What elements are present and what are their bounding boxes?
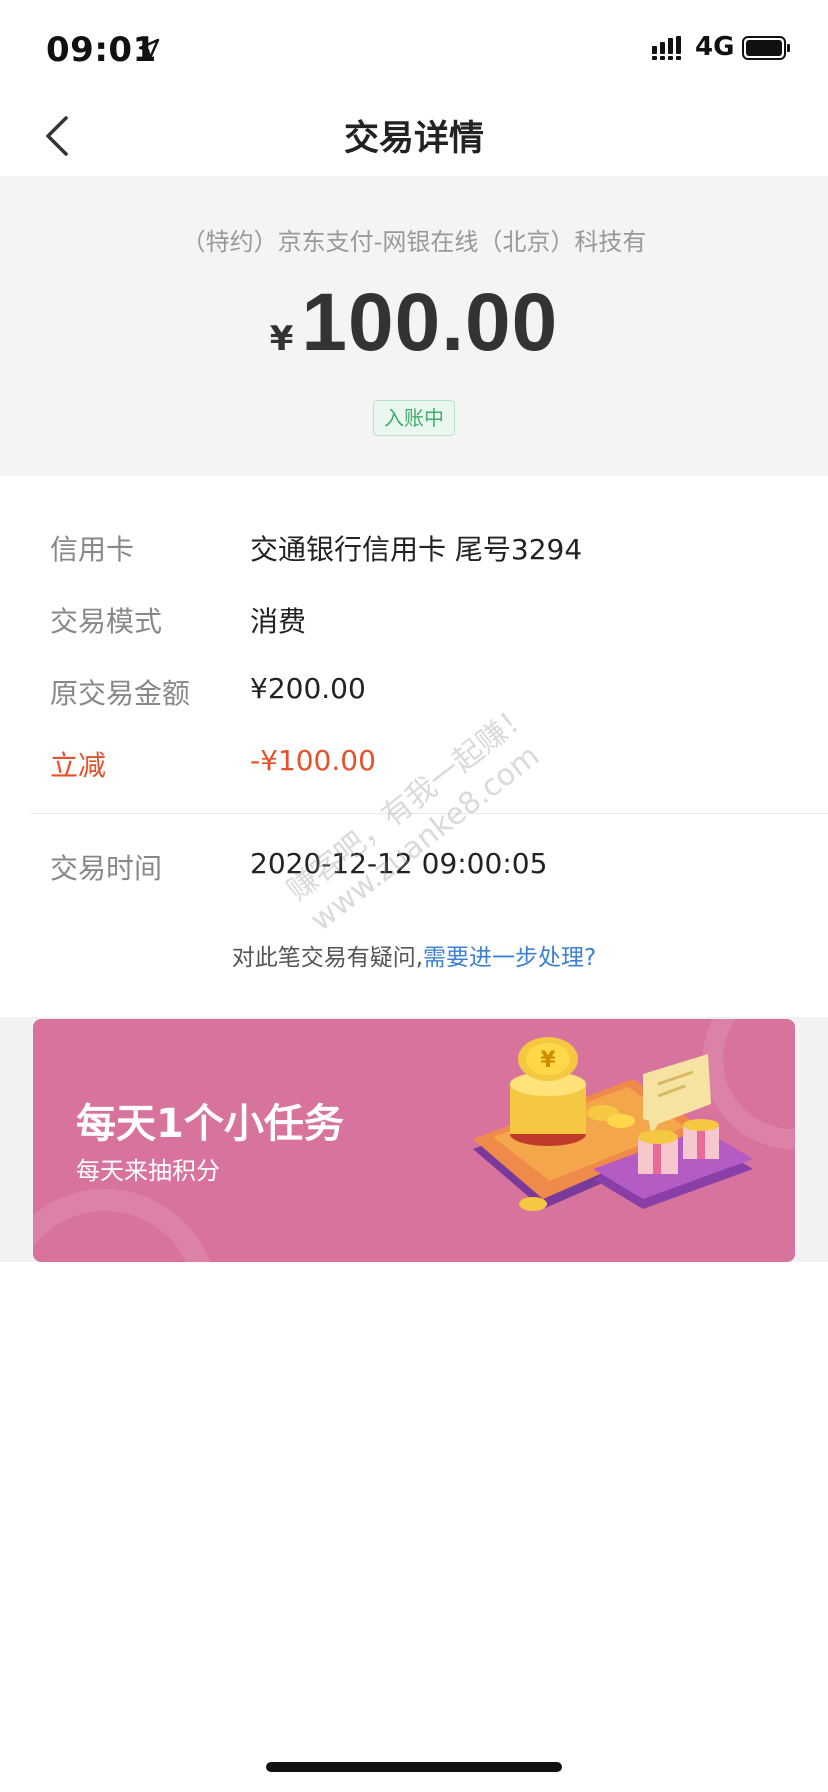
- query-text: 对此笔交易有疑问,需要进一步处理?: [0, 938, 828, 972]
- banner-area: 每天1个小任务 每天来抽积分 ¥: [0, 1017, 828, 1262]
- detail-value: ¥200.00: [250, 672, 366, 705]
- detail-label: 交易模式: [50, 605, 163, 638]
- status-badge: 入账中: [373, 400, 455, 436]
- detail-label: 原交易金额: [50, 677, 191, 710]
- svg-text:¥: ¥: [540, 1048, 556, 1073]
- currency-symbol: ¥: [269, 319, 294, 359]
- home-indicator[interactable]: [266, 1762, 562, 1772]
- detail-label: 立减: [50, 749, 107, 782]
- status-bar: 09:01 4G: [0, 0, 828, 96]
- banner-subtitle: 每天来抽积分: [76, 1157, 220, 1185]
- detail-row-card: 信用卡 交通银行信用卡 尾号3294: [0, 528, 828, 578]
- amount-value: 100.00: [301, 277, 559, 368]
- detail-value: 交通银行信用卡 尾号3294: [250, 533, 583, 566]
- decor-circle: [33, 1189, 217, 1262]
- daily-task-banner[interactable]: 每天1个小任务 每天来抽积分 ¥: [33, 1019, 795, 1262]
- banner-title: 每天1个小任务: [76, 1101, 344, 1147]
- detail-value: -¥100.00: [250, 744, 376, 777]
- coin-phone-illustration: ¥: [473, 1037, 753, 1211]
- location-arrow-icon: [138, 38, 160, 60]
- transaction-summary: （特约）京东支付-网银在线（北京）科技有 ¥100.00 入账中: [0, 176, 828, 476]
- network-label: 4G: [695, 32, 735, 62]
- merchant-name: （特约）京东支付-网银在线（北京）科技有: [181, 228, 647, 256]
- query-prompt: 对此笔交易有疑问,: [231, 945, 424, 971]
- nav-bar: 交易详情: [0, 96, 828, 176]
- detail-value: 消费: [250, 605, 307, 638]
- signal-icon: [652, 36, 681, 60]
- page-title: 交易详情: [343, 119, 484, 159]
- further-action-link[interactable]: 需要进一步处理?: [423, 945, 596, 971]
- detail-label: 交易时间: [50, 852, 163, 885]
- detail-row-mode: 交易模式 消费: [0, 600, 828, 650]
- watermark: 赚客吧，有我一起赚！ www.zuanke8.com: [280, 695, 563, 940]
- battery-icon: [742, 36, 790, 60]
- detail-row-original-amount: 原交易金额 ¥200.00: [0, 672, 828, 722]
- detail-label: 信用卡: [50, 533, 135, 566]
- amount-display: ¥100.00: [0, 276, 828, 370]
